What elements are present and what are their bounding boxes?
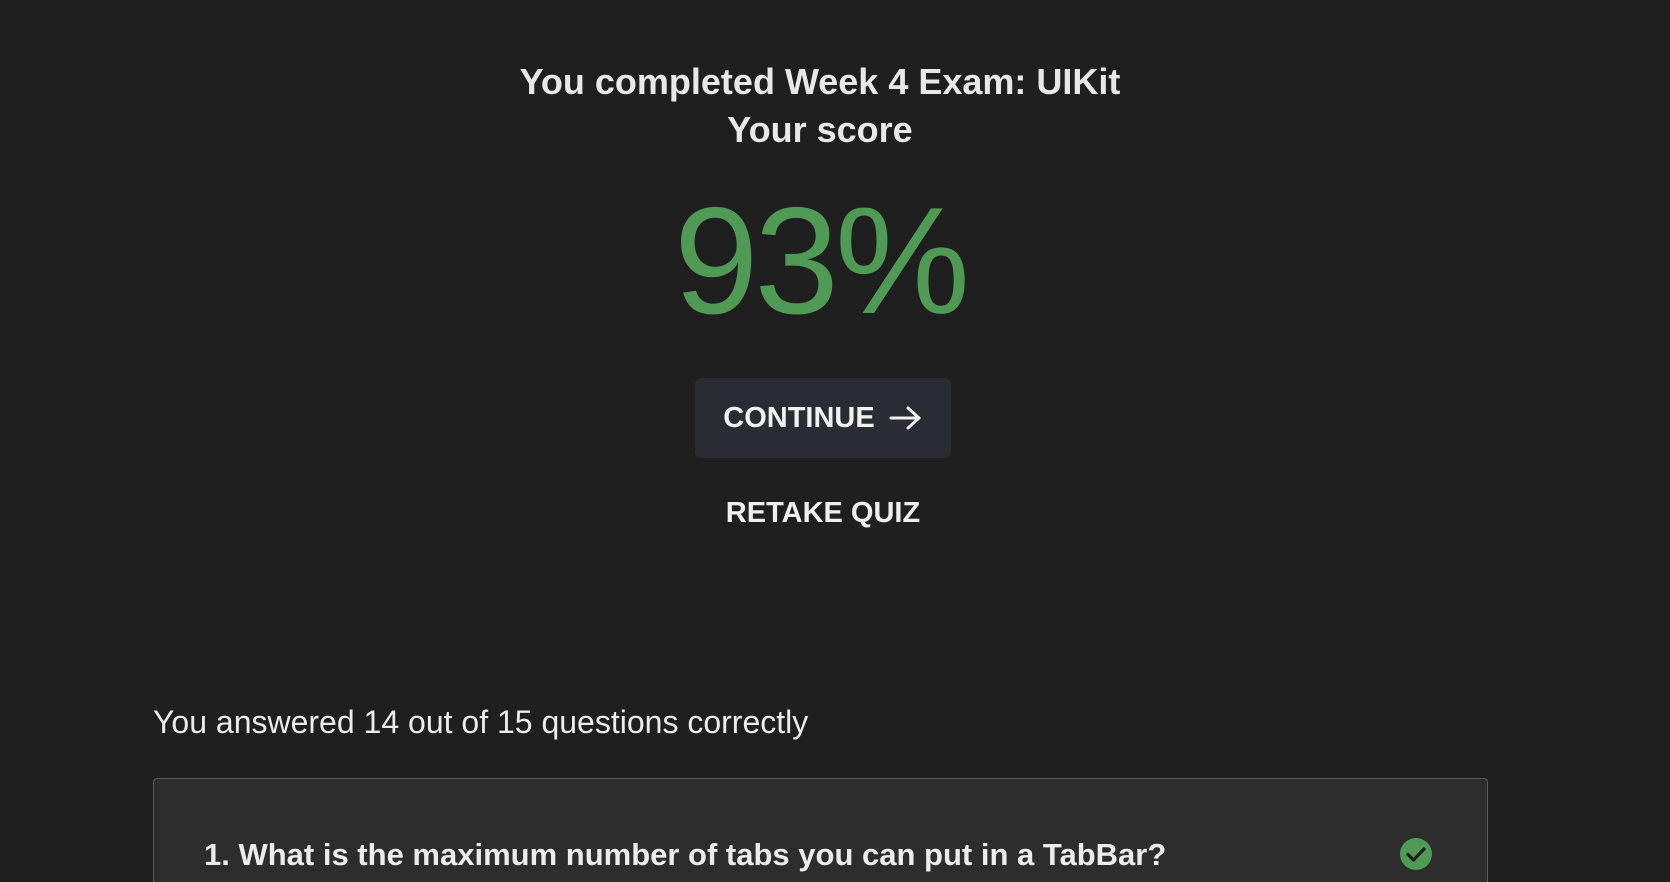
quiz-results-page: You completed Week 4 Exam: UIKit Your sc… [0,0,1670,882]
check-circle-icon [1399,837,1433,871]
results-summary: You answered 14 out of 15 questions corr… [153,704,809,740]
results-header: You completed Week 4 Exam: UIKit Your sc… [0,58,1640,154]
completed-title: You completed Week 4 Exam: UIKit [519,61,1121,102]
arrow-right-icon [889,405,923,431]
score-label: Your score [727,109,913,150]
continue-button[interactable]: CONTINUE [695,378,951,458]
retake-quiz-button[interactable]: RETAKE QUIZ [0,495,1646,531]
question-card: 1. What is the maximum number of tabs yo… [153,778,1488,882]
score-percentage: 93% [673,176,970,346]
question-text: 1. What is the maximum number of tabs yo… [204,837,1167,872]
continue-button-label: CONTINUE [723,401,875,434]
